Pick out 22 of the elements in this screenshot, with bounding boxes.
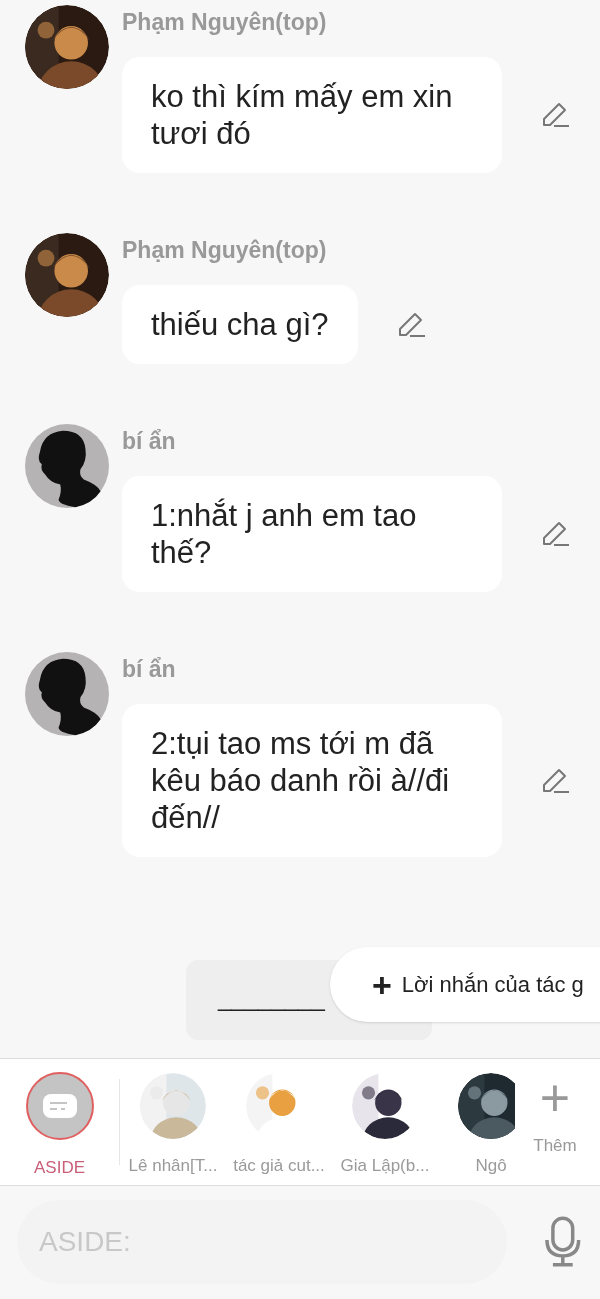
edit-icon[interactable] [540,766,570,795]
character-tab[interactable]: tác giả cut... [226,1073,332,1179]
edit-icon[interactable] [540,520,570,548]
character-tab[interactable]: Ngô [438,1073,515,1179]
chat-bubble-icon [24,1071,95,1141]
message-bubble: 1:nhắt j anh em tao thế? [122,476,502,592]
author-note-button[interactable]: + Lời nhắn của tác g [330,947,600,1022]
plus-icon: + [539,1075,571,1121]
plus-icon: + [372,967,392,1002]
sender-name: Phạm Nguyên(top) [122,8,328,37]
sender-name: bí ẩn [122,655,177,684]
message-bubble: thiếu cha gì? [122,285,358,364]
message-bubble: 2:tụi tao ms tới m đã kêu báo danh rồi à//đi đến// [122,704,502,857]
character-tab[interactable]: Gia Lập(b... [332,1073,438,1179]
edit-icon[interactable] [540,101,570,129]
character-tab[interactable]: Lê nhân[T... [120,1073,226,1179]
add-character-button[interactable]: + Thêm [515,1075,595,1185]
microphone-icon[interactable] [543,1216,583,1268]
message-bubble: ko thì kím mấy em xin tươi đó [122,57,502,173]
sender-name: Phạm Nguyên(top) [122,236,328,265]
sender-name: bí ẩn [122,427,177,456]
character-tab[interactable]: ASIDE [0,1071,119,1181]
